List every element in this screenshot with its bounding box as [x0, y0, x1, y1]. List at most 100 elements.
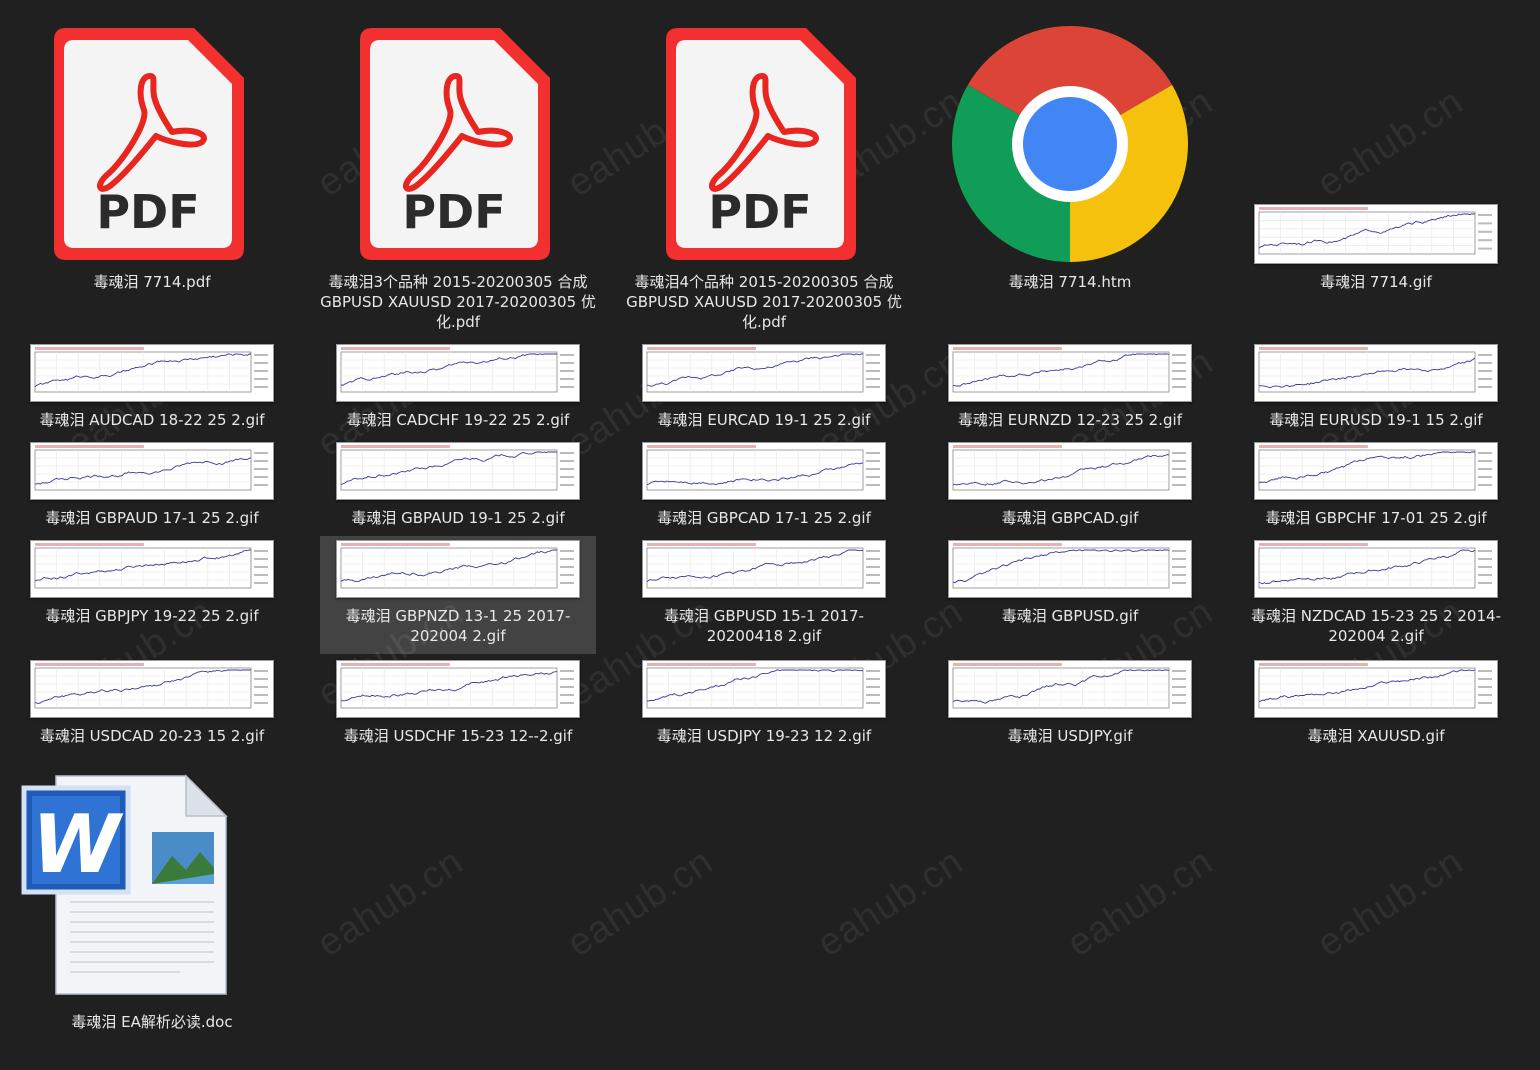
file-name-label: 毒魂泪 GBPAUD 17-1 25 2.gif: [45, 509, 259, 527]
file-item-gif[interactable]: 毒魂泪 GBPUSD 15-1 2017-20200418 2.gif: [626, 536, 902, 654]
watermark-text: eahub.cn: [310, 840, 471, 966]
gif-thumbnail: [30, 540, 274, 598]
chart-thumbnail-graphic: [952, 663, 1186, 709]
chart-thumbnail-graphic: [952, 543, 1186, 589]
gif-thumbnail: [1254, 660, 1498, 718]
chart-thumbnail-graphic: [340, 347, 574, 393]
file-name-label: 毒魂泪 GBPCAD 17-1 25 2.gif: [657, 509, 871, 527]
gif-thumbnail: [948, 344, 1192, 402]
file-item-gif[interactable]: 毒魂泪 GBPAUD 19-1 25 2.gif: [320, 438, 596, 538]
file-item-gif[interactable]: 毒魂泪 EURUSD 19-1 15 2.gif: [1238, 340, 1514, 440]
file-item-gif[interactable]: 毒魂泪 USDCHF 15-23 12--2.gif: [320, 656, 596, 756]
chart-thumbnail-graphic: [340, 445, 574, 491]
gif-thumbnail: [948, 660, 1192, 718]
file-item-gif[interactable]: 毒魂泪 USDJPY.gif: [932, 656, 1208, 756]
file-item-gif[interactable]: 毒魂泪 CADCHF 19-22 25 2.gif: [320, 340, 596, 440]
chart-thumbnail-graphic: [952, 347, 1186, 393]
file-name-label: 毒魂泪 GBPCAD.gif: [1001, 509, 1139, 527]
chart-thumbnail-graphic: [340, 663, 574, 709]
file-item-pdf[interactable]: PDF 毒魂泪3个品种 2015-20200305 合成 GBPUSD XAUU…: [320, 20, 596, 336]
chart-thumbnail-graphic: [34, 445, 268, 491]
chart-thumbnail-graphic: [1258, 347, 1492, 393]
chart-thumbnail-graphic: [646, 347, 880, 393]
file-item-gif[interactable]: 毒魂泪 EURNZD 12-23 25 2.gif: [932, 340, 1208, 440]
file-item-doc[interactable]: W 毒魂泪 EA解析必读.doc: [14, 772, 290, 1042]
file-name-label: 毒魂泪 XAUUSD.gif: [1307, 727, 1445, 745]
file-item-gif[interactable]: 毒魂泪 GBPNZD 13-1 25 2017-202004 2.gif: [320, 536, 596, 654]
file-item-gif[interactable]: 毒魂泪 GBPCAD.gif: [932, 438, 1208, 538]
file-name-label: 毒魂泪 GBPUSD.gif: [1001, 607, 1139, 625]
chart-thumbnail-graphic: [952, 445, 1186, 491]
file-name-label: 毒魂泪4个品种 2015-20200305 合成 GBPUSD XAUUSD 2…: [626, 273, 902, 331]
file-item-gif[interactable]: 毒魂泪 GBPAUD 17-1 25 2.gif: [14, 438, 290, 538]
file-name-label: 毒魂泪 7714.pdf: [93, 273, 211, 291]
gif-thumbnail: [1254, 540, 1498, 598]
chart-thumbnail-graphic: [1258, 663, 1492, 709]
pdf-icon-text: PDF: [402, 185, 505, 239]
file-item-gif[interactable]: 毒魂泪 XAUUSD.gif: [1238, 656, 1514, 756]
gif-thumbnail: [948, 442, 1192, 500]
file-item-gif[interactable]: 毒魂泪 AUDCAD 18-22 25 2.gif: [14, 340, 290, 440]
gif-thumbnail: [642, 344, 886, 402]
gif-thumbnail: [30, 442, 274, 500]
file-item-pdf[interactable]: PDF 毒魂泪4个品种 2015-20200305 合成 GBPUSD XAUU…: [626, 20, 902, 336]
chart-thumbnail-graphic: [34, 663, 268, 709]
file-item-gif[interactable]: 毒魂泪 GBPCAD 17-1 25 2.gif: [626, 438, 902, 538]
chart-thumbnail-graphic: [34, 347, 268, 393]
chart-thumbnail-graphic: [340, 543, 574, 589]
file-name-label: 毒魂泪 EURNZD 12-23 25 2.gif: [958, 411, 1182, 429]
gif-thumbnail: [30, 660, 274, 718]
gif-thumbnail: [1254, 442, 1498, 500]
file-name-label: 毒魂泪 GBPAUD 19-1 25 2.gif: [351, 509, 565, 527]
file-item-gif[interactable]: 毒魂泪 EURCAD 19-1 25 2.gif: [626, 340, 902, 440]
gif-thumbnail: [1254, 344, 1498, 402]
gif-thumbnail: [642, 442, 886, 500]
file-name-label: 毒魂泪 7714.htm: [1008, 273, 1132, 291]
gif-thumbnail: [336, 660, 580, 718]
chart-thumbnail-graphic: [646, 543, 880, 589]
file-name-label: 毒魂泪 USDCAD 20-23 15 2.gif: [39, 727, 265, 745]
file-item-pdf[interactable]: PDF 毒魂泪 7714.pdf: [14, 20, 290, 336]
pdf-icon-text: PDF: [96, 185, 199, 239]
pdf-icon-text: PDF: [708, 185, 811, 239]
file-item-gif[interactable]: 毒魂泪 GBPJPY 19-22 25 2.gif: [14, 536, 290, 654]
file-item-htm[interactable]: 毒魂泪 7714.htm: [932, 20, 1208, 336]
file-item-gif[interactable]: 毒魂泪 7714.gif: [1238, 20, 1514, 336]
gif-thumbnail: [336, 540, 580, 598]
file-name-label: 毒魂泪 USDJPY.gif: [1007, 727, 1133, 745]
file-name-label: 毒魂泪 NZDCAD 15-23 25 2 2014-202004 2.gif: [1251, 607, 1501, 645]
watermark-text: eahub.cn: [560, 840, 721, 966]
chart-thumbnail-graphic: [1258, 445, 1492, 491]
pdf-icon: PDF: [666, 28, 856, 260]
file-item-gif[interactable]: 毒魂泪 GBPCHF 17-01 25 2.gif: [1238, 438, 1514, 538]
file-name-label: 毒魂泪 GBPUSD 15-1 2017-20200418 2.gif: [664, 607, 864, 645]
gif-thumbnail: [336, 344, 580, 402]
file-name-label: 毒魂泪 GBPNZD 13-1 25 2017-202004 2.gif: [345, 607, 571, 645]
word-icon-letter: W: [32, 798, 124, 891]
watermark-text: eahub.cn: [810, 840, 971, 966]
gif-thumbnail: [30, 344, 274, 402]
file-name-label: 毒魂泪 AUDCAD 18-22 25 2.gif: [39, 411, 265, 429]
chart-thumbnail-graphic: [34, 543, 268, 589]
watermark-text: eahub.cn: [1310, 840, 1471, 966]
file-name-label: 毒魂泪 CADCHF 19-22 25 2.gif: [346, 411, 570, 429]
word-doc-icon: W: [21, 774, 228, 995]
gif-thumbnail: [642, 660, 886, 718]
chart-thumbnail-graphic: [1258, 543, 1492, 589]
watermark-text: eahub.cn: [1060, 840, 1221, 966]
file-item-gif[interactable]: 毒魂泪 USDJPY 19-23 12 2.gif: [626, 656, 902, 756]
gif-thumbnail: [642, 540, 886, 598]
pdf-icon: PDF: [54, 28, 244, 260]
file-name-label: 毒魂泪 USDJPY 19-23 12 2.gif: [656, 727, 872, 745]
file-item-gif[interactable]: 毒魂泪 USDCAD 20-23 15 2.gif: [14, 656, 290, 756]
file-name-label: 毒魂泪 EURUSD 19-1 15 2.gif: [1269, 411, 1483, 429]
chart-thumbnail-graphic: [1258, 207, 1492, 255]
file-item-gif[interactable]: 毒魂泪 NZDCAD 15-23 25 2 2014-202004 2.gif: [1238, 536, 1514, 654]
gif-thumbnail: [1254, 204, 1498, 264]
file-name-label: 毒魂泪 GBPCHF 17-01 25 2.gif: [1265, 509, 1487, 527]
chrome-icon: [952, 26, 1188, 262]
file-name-label: 毒魂泪3个品种 2015-20200305 合成 GBPUSD XAUUSD 2…: [320, 273, 596, 331]
gif-thumbnail: [336, 442, 580, 500]
file-item-gif[interactable]: 毒魂泪 GBPUSD.gif: [932, 536, 1208, 654]
gif-thumbnail: [948, 540, 1192, 598]
